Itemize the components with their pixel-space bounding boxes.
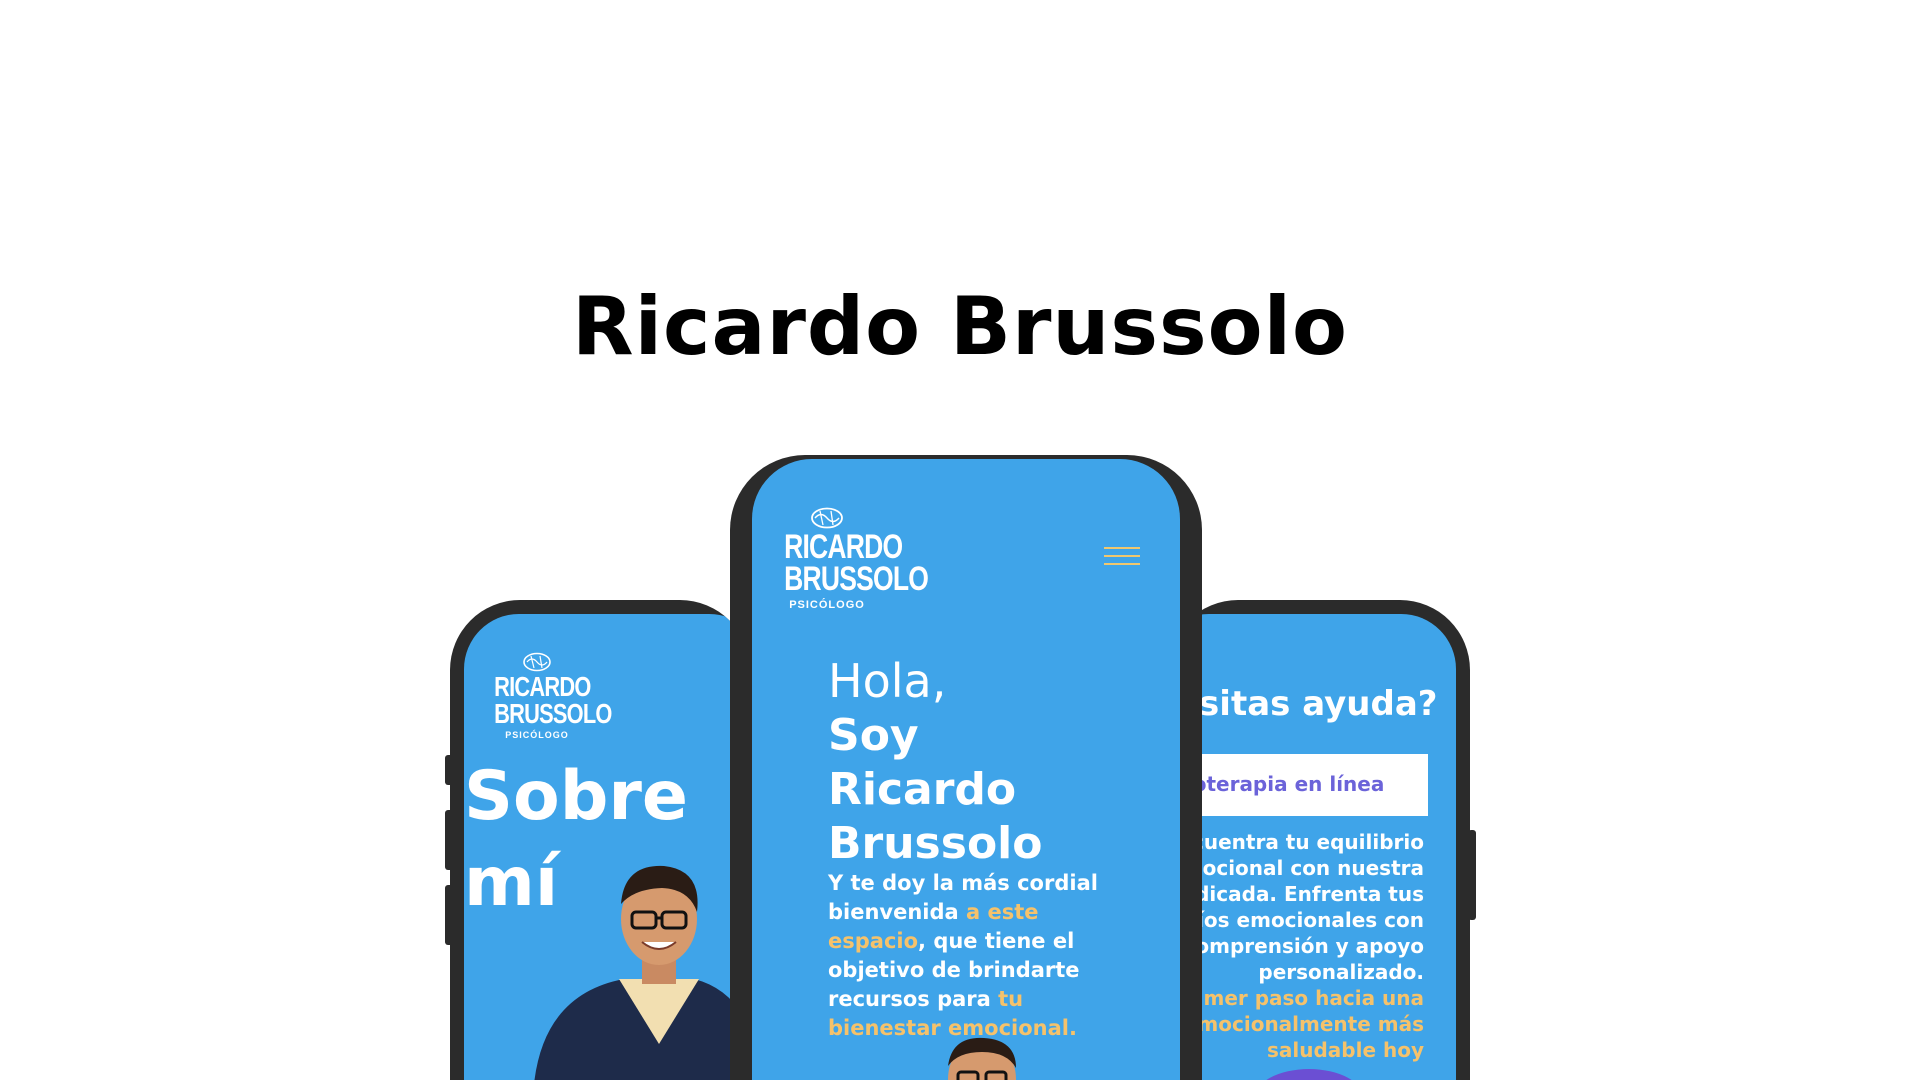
center-phone: RICARDO BRUSSOLO PSICÓLOGO Hola, Soy Ric… [730,455,1202,1080]
center-phone-screen: RICARDO BRUSSOLO PSICÓLOGO Hola, Soy Ric… [752,459,1180,1080]
logo-line1: RICARDO [494,671,591,702]
help-highlight-text: primer paso hacia una emocionalmente más… [1172,986,1424,1062]
logo-line2: BRUSSOLO [784,560,929,599]
help-heading: esitas ayuda? [1176,684,1438,724]
greeting: Hola, [828,654,947,708]
left-phone-screen: RICARDO BRUSSOLO PSICÓLOGO Sobre mí [464,614,750,1080]
logo-line2: BRUSSOLO [494,697,612,729]
logo-line1: RICARDO [784,528,903,566]
right-phone: esitas ayuda? icoterapia en línea Encuen… [1168,600,1470,1080]
hero-name-line1: Soy [828,710,919,761]
right-phone-screen: esitas ayuda? icoterapia en línea Encuen… [1168,614,1456,1080]
hero-name-line2: Ricardo [828,764,1017,815]
portrait-image [948,1037,1016,1080]
help-body-text: Encuentra tu equilibrio emocional con nu… [1168,830,1424,984]
logo-subtitle: PSICÓLOGO [789,598,865,611]
logo-subtitle: PSICÓLOGO [505,730,569,741]
hero-name-line3: Brussolo [828,818,1043,869]
decorative-circle [1254,1069,1364,1080]
logo: RICARDO BRUSSOLO PSICÓLOGO [482,652,612,741]
intro-text: Y te doy la más cordial bienvenida a est… [828,869,1118,1043]
intro-part1: Y te doy la más cordial bienvenida [828,871,1098,924]
logo: RICARDO BRUSSOLO PSICÓLOGO [772,507,929,611]
brain-logo-icon [523,652,551,672]
page-title: Ricardo Brussolo [572,280,1348,373]
portrait-image [534,865,750,1080]
hero-name: Soy Ricardo Brussolo [828,709,1042,871]
about-heading-line1: Sobre [464,757,689,836]
left-phone: RICARDO BRUSSOLO PSICÓLOGO Sobre mí [450,600,750,1080]
service-card[interactable]: icoterapia en línea [1168,754,1428,816]
brain-logo-icon [811,507,843,529]
hamburger-menu-icon[interactable] [1104,547,1140,571]
service-label: icoterapia en línea [1174,772,1385,796]
help-description: Encuentra tu equilibrio emocional con nu… [1168,829,1424,1063]
